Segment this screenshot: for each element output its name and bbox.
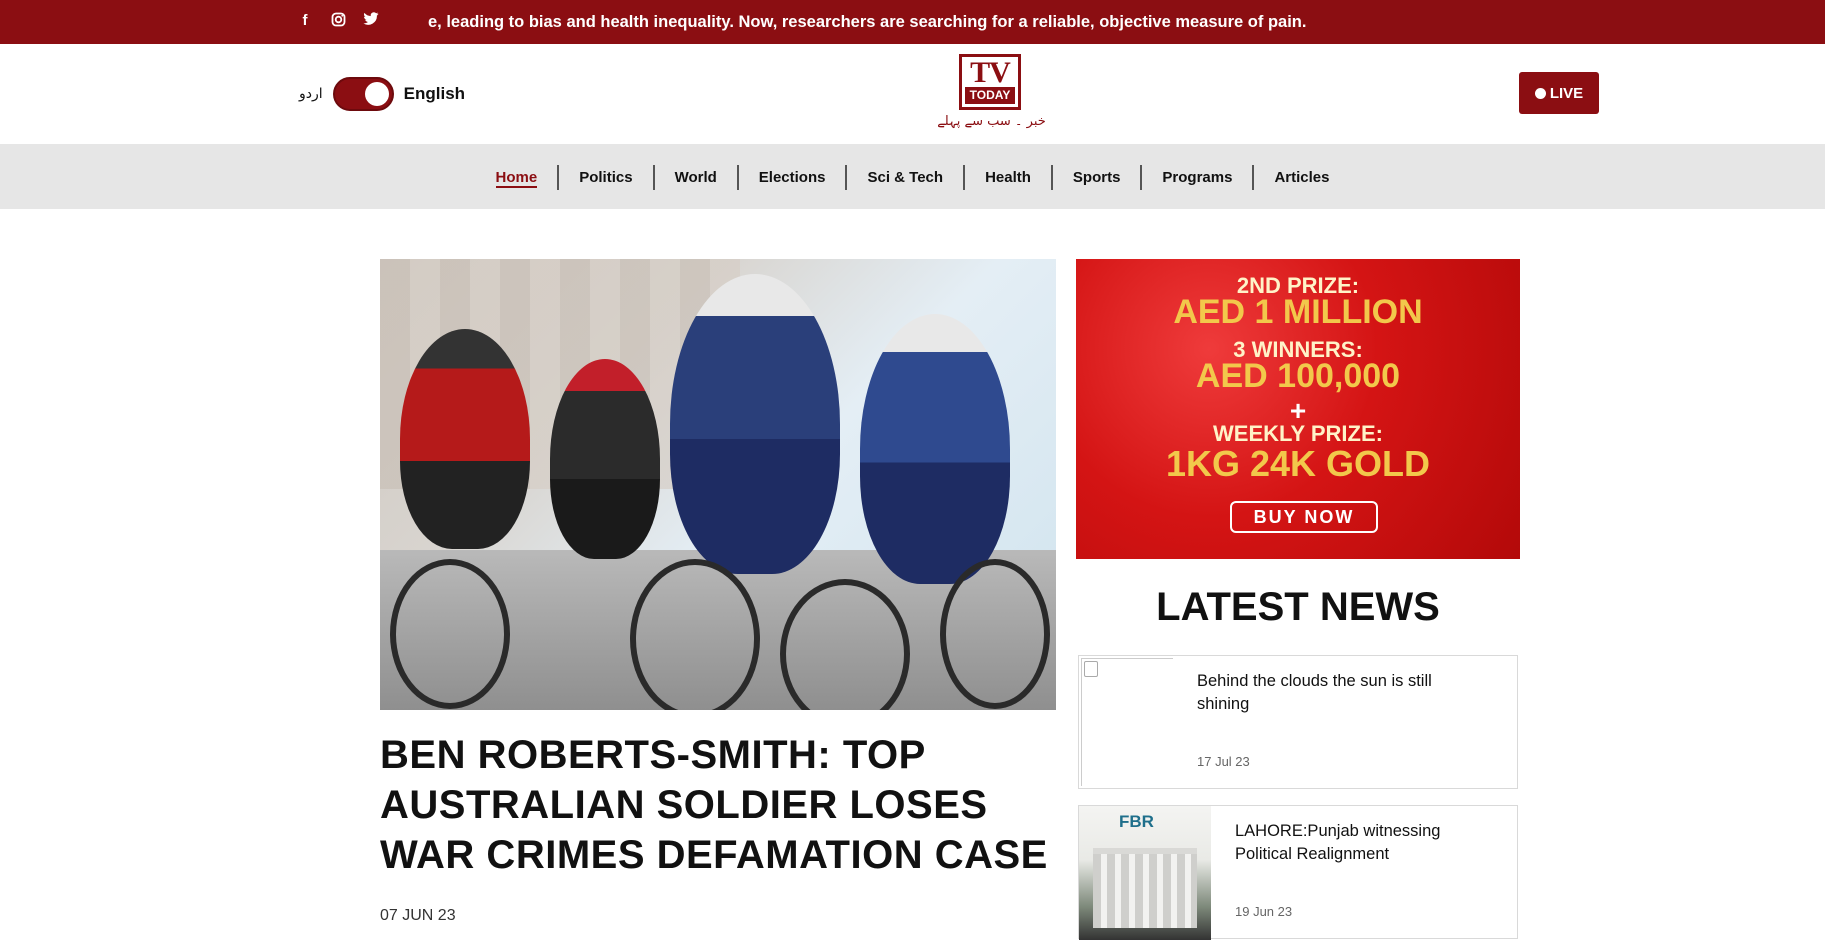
cyclist-shape — [400, 329, 530, 549]
latest-news-card[interactable]: Behind the clouds the sun is still shini… — [1078, 655, 1518, 789]
logo-today-text: TODAY — [965, 87, 1015, 104]
bike-wheel-shape — [390, 559, 510, 709]
feature-headline[interactable]: BEN ROBERTS-SMITH: TOP AUSTRALIAN SOLDIE… — [380, 730, 1060, 880]
ad-line: AED 1 MILLION — [1173, 293, 1423, 331]
logo-tagline: خبر ۔ سب سے پہلے — [937, 114, 1046, 129]
latest-news-card[interactable]: FBR LAHORE:Punjab witnessing Political R… — [1078, 805, 1518, 940]
twitter-icon[interactable] — [363, 12, 379, 30]
nav-item-programs[interactable]: Programs — [1140, 165, 1252, 190]
logo-box: TV TODAY — [959, 54, 1021, 110]
nav-item-label: Elections — [758, 169, 826, 186]
social-links: f — [297, 12, 379, 30]
feature-date: 07 JUN 23 — [380, 907, 456, 924]
cyclist-shape — [550, 359, 660, 559]
bike-wheel-shape — [630, 559, 760, 710]
thumbnail-sign-text: FBR — [1119, 812, 1154, 831]
news-card-date: 17 Jul 23 — [1197, 754, 1250, 769]
nav-item-articles[interactable]: Articles — [1252, 165, 1349, 190]
latest-news-heading: LATEST NEWS — [1156, 585, 1440, 629]
nav-item-label: Home — [495, 169, 538, 188]
nav-item-elections[interactable]: Elections — [736, 165, 846, 190]
nav-item-sports[interactable]: Sports — [1050, 165, 1141, 190]
live-button[interactable]: LIVE — [1519, 72, 1599, 114]
nav-item-label: Sci & Tech — [867, 169, 944, 186]
nav-item-label: World — [674, 169, 717, 186]
news-card-date: 19 Jun 23 — [1235, 904, 1293, 919]
toggle-knob — [364, 82, 389, 106]
cyclist-shape — [670, 274, 840, 574]
nav-item-label: Programs — [1162, 169, 1233, 186]
broken-image-thumbnail — [1081, 658, 1173, 786]
language-switch: اردو English — [299, 77, 465, 111]
nav-item-home[interactable]: Home — [476, 165, 558, 190]
ad-line: 1KG 24K GOLD — [1165, 443, 1431, 484]
site-logo[interactable]: TV TODAY خبر ۔ سب سے پہلے — [934, 54, 1049, 134]
building-shape — [1093, 848, 1197, 928]
news-card-title[interactable]: LAHORE:Punjab witnessing Political Reali… — [1235, 820, 1485, 866]
live-dot-icon — [1534, 87, 1546, 99]
language-toggle[interactable] — [332, 77, 394, 111]
ticker-text: e, leading to bias and health inequality… — [428, 13, 1307, 31]
ad-buy-now-button[interactable]: BUY NOW — [1230, 501, 1378, 533]
nav-item-world[interactable]: World — [652, 165, 737, 190]
live-label: LIVE — [1549, 84, 1584, 102]
english-label: English — [403, 84, 466, 103]
instagram-icon[interactable] — [330, 12, 346, 30]
advertisement-banner[interactable]: 2ND PRIZE: AED 1 MILLION 3 WINNERS: AED … — [1076, 259, 1520, 559]
main-nav: Home Politics World Elections Sci & Tech… — [0, 144, 1825, 209]
nav-item-label: Politics — [579, 169, 633, 186]
cyclist-shape — [860, 314, 1010, 584]
top-ticker-bar: f e, leading to bias and health inequali… — [0, 0, 1825, 44]
logo-tv-text: TV — [970, 56, 1011, 89]
ad-line: AED 100,000 — [1195, 357, 1401, 395]
site-header: اردو English TV TODAY خبر ۔ سب سے پہلے L… — [0, 44, 1825, 144]
nav-item-politics[interactable]: Politics — [557, 165, 652, 190]
news-ticker[interactable]: e, leading to bias and health inequality… — [428, 0, 1428, 44]
nav-list: Home Politics World Elections Sci & Tech… — [0, 165, 1825, 190]
feature-image[interactable] — [380, 259, 1056, 710]
nav-item-sci-tech[interactable]: Sci & Tech — [845, 165, 963, 190]
nav-item-label: Articles — [1274, 169, 1330, 186]
nav-item-label: Sports — [1072, 169, 1121, 186]
broken-image-icon — [1084, 661, 1098, 677]
nav-item-label: Health — [985, 169, 1031, 186]
news-thumbnail: FBR — [1079, 806, 1211, 940]
facebook-icon[interactable]: f — [297, 12, 313, 30]
urdu-label: اردو — [299, 86, 323, 102]
nav-item-health[interactable]: Health — [963, 165, 1051, 190]
news-card-title[interactable]: Behind the clouds the sun is still shini… — [1197, 670, 1477, 716]
bike-wheel-shape — [940, 559, 1050, 709]
